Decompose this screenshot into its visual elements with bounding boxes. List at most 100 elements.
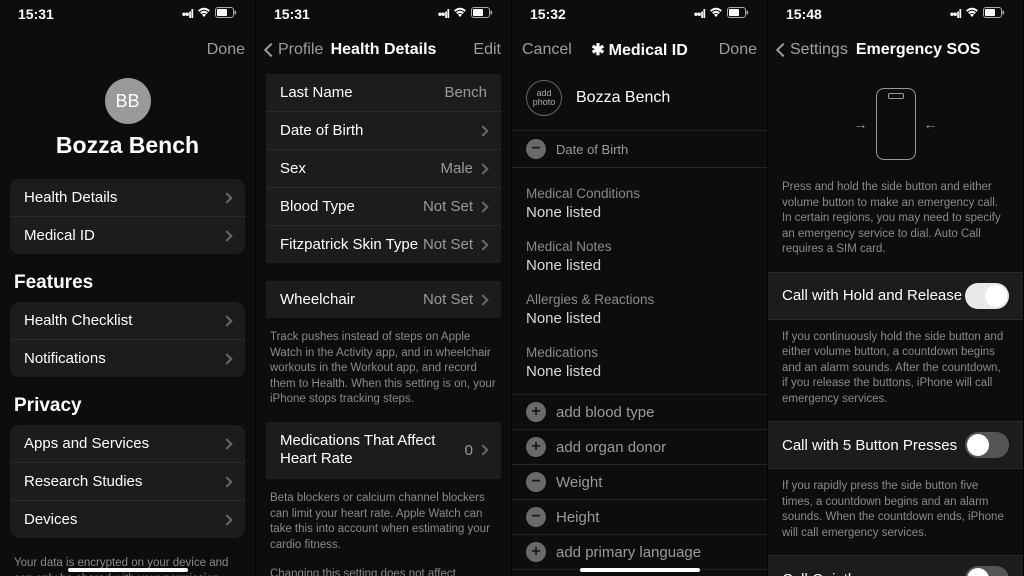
signal-icon: ••ıl bbox=[694, 7, 705, 21]
row-height[interactable]: −Height bbox=[512, 499, 767, 534]
profile-name: Bozza Bench bbox=[0, 132, 255, 159]
row-notifications[interactable]: Notifications bbox=[10, 339, 245, 377]
privacy-note: Your data is encrypted on your device an… bbox=[0, 556, 255, 576]
chevron-right-icon bbox=[221, 230, 232, 241]
row-health-details[interactable]: Health Details bbox=[10, 179, 245, 216]
row-call-quietly[interactable]: Call Quietly bbox=[768, 555, 1023, 576]
status-time: 15:32 bbox=[530, 6, 566, 22]
chevron-right-icon bbox=[221, 315, 232, 326]
sos-diagram: → ← bbox=[768, 78, 1023, 170]
chevron-left-icon bbox=[776, 43, 790, 57]
avatar[interactable]: BB bbox=[105, 78, 151, 124]
phone-outline-icon bbox=[876, 88, 916, 160]
chevron-right-icon bbox=[477, 445, 488, 456]
battery-icon bbox=[727, 7, 749, 21]
row-devices[interactable]: Devices bbox=[10, 500, 245, 538]
page-title: Emergency SOS bbox=[856, 41, 981, 59]
cancel-button[interactable]: Cancel bbox=[522, 41, 572, 59]
details-group: Last NameBench Date of Birth SexMale Blo… bbox=[266, 74, 501, 263]
home-indicator[interactable] bbox=[68, 568, 188, 572]
add-icon: + bbox=[526, 542, 546, 562]
chevron-right-icon bbox=[221, 476, 232, 487]
profile-name: Bozza Bench bbox=[576, 89, 670, 107]
battery-icon bbox=[983, 7, 1005, 21]
privacy-heading: Privacy bbox=[0, 395, 255, 425]
row-add-blood-type[interactable]: +add blood type bbox=[512, 394, 767, 429]
chevron-right-icon bbox=[477, 294, 488, 305]
row-add-organ-donor[interactable]: +add organ donor bbox=[512, 429, 767, 464]
remove-icon[interactable]: − bbox=[526, 139, 546, 159]
wheelchair-note: Track pushes instead of steps on Apple W… bbox=[256, 322, 511, 422]
row-medical-id[interactable]: Medical ID bbox=[10, 216, 245, 254]
row-research-studies[interactable]: Research Studies bbox=[10, 462, 245, 500]
add-photo-button[interactable]: add photo bbox=[526, 80, 562, 116]
remove-icon: − bbox=[526, 472, 546, 492]
features-group: Health Checklist Notifications bbox=[10, 302, 245, 377]
back-button[interactable]: Settings bbox=[778, 41, 848, 59]
status-bar: 15:31 ••ıl bbox=[0, 0, 255, 28]
row-add-language[interactable]: +add primary language bbox=[512, 534, 767, 570]
wifi-icon bbox=[709, 7, 723, 21]
arrow-right-icon: → bbox=[854, 116, 868, 132]
medical-star-icon: ✱ bbox=[591, 42, 604, 59]
status-bar: 15:32 ••ıl bbox=[512, 0, 767, 28]
battery-icon bbox=[215, 7, 237, 21]
add-icon: + bbox=[526, 437, 546, 457]
wheelchair-group: WheelchairNot Set bbox=[266, 281, 501, 318]
row-skin-type[interactable]: Fitzpatrick Skin TypeNot Set bbox=[266, 225, 501, 263]
arrow-left-icon: ← bbox=[924, 116, 938, 132]
battery-icon bbox=[471, 7, 493, 21]
row-date-of-birth[interactable]: Date of Birth bbox=[266, 111, 501, 149]
done-button[interactable]: Done bbox=[719, 41, 757, 59]
row-health-checklist[interactable]: Health Checklist bbox=[10, 302, 245, 339]
screen-health-profile: 15:31 ••ıl Done BB Bozza Bench Health De… bbox=[0, 0, 256, 576]
top-group: Health Details Medical ID bbox=[10, 179, 245, 254]
add-icon: + bbox=[526, 402, 546, 422]
status-bar: 15:48 ••ıl bbox=[768, 0, 1023, 28]
meds-group: Medications That Affect Heart Rate0 bbox=[266, 422, 501, 480]
edit-button[interactable]: Edit bbox=[473, 41, 501, 59]
wifi-icon bbox=[965, 7, 979, 21]
profile-header: add photo Bozza Bench bbox=[512, 72, 767, 130]
row-date-of-birth[interactable]: − Date of Birth bbox=[512, 130, 767, 168]
toggle-call-quietly[interactable] bbox=[965, 566, 1009, 576]
status-time: 15:48 bbox=[786, 6, 822, 22]
back-button[interactable]: Profile bbox=[266, 41, 323, 59]
status-time: 15:31 bbox=[274, 6, 310, 22]
wifi-icon bbox=[453, 7, 467, 21]
features-heading: Features bbox=[0, 272, 255, 302]
intro-note: Press and hold the side button and eithe… bbox=[768, 170, 1023, 272]
status-icons: ••ıl bbox=[950, 7, 1005, 21]
chevron-right-icon bbox=[477, 125, 488, 136]
chevron-right-icon bbox=[221, 514, 232, 525]
row-apps-services[interactable]: Apps and Services bbox=[10, 425, 245, 462]
done-button[interactable]: Done bbox=[207, 41, 245, 59]
remove-icon: − bbox=[526, 507, 546, 527]
row-call-hold-release[interactable]: Call with Hold and Release bbox=[768, 272, 1023, 320]
note-5-presses: If you rapidly press the side button fiv… bbox=[768, 469, 1023, 555]
row-meds-hr[interactable]: Medications That Affect Heart Rate0 bbox=[266, 422, 501, 480]
status-time: 15:31 bbox=[18, 6, 54, 22]
home-indicator[interactable] bbox=[580, 568, 700, 572]
row-weight[interactable]: −Weight bbox=[512, 464, 767, 499]
row-blood-type[interactable]: Blood TypeNot Set bbox=[266, 187, 501, 225]
row-wheelchair[interactable]: WheelchairNot Set bbox=[266, 281, 501, 318]
meds-note-2: Changing this setting does not affect ex… bbox=[256, 567, 511, 576]
toggle-hold-release[interactable] bbox=[965, 283, 1009, 309]
nav-bar: Done bbox=[0, 28, 255, 72]
chevron-right-icon bbox=[477, 239, 488, 250]
nav-bar: Cancel ✱Medical ID Done bbox=[512, 28, 767, 72]
row-last-name[interactable]: Last NameBench bbox=[266, 74, 501, 111]
wifi-icon bbox=[197, 7, 211, 21]
chevron-right-icon bbox=[477, 201, 488, 212]
row-sex[interactable]: SexMale bbox=[266, 149, 501, 187]
status-icons: ••ıl bbox=[438, 7, 493, 21]
screen-emergency-sos: 15:48 ••ıl Settings Emergency SOS → ← Pr… bbox=[768, 0, 1024, 576]
section-allergies: Allergies & ReactionsNone listed bbox=[512, 288, 767, 341]
status-bar: 15:31 ••ıl bbox=[256, 0, 511, 28]
meds-note-1: Beta blockers or calcium channel blocker… bbox=[256, 483, 511, 567]
section-medications: MedicationsNone listed bbox=[512, 341, 767, 394]
signal-icon: ••ıl bbox=[182, 7, 193, 21]
row-call-5-presses[interactable]: Call with 5 Button Presses bbox=[768, 421, 1023, 469]
toggle-5-presses[interactable] bbox=[965, 432, 1009, 458]
